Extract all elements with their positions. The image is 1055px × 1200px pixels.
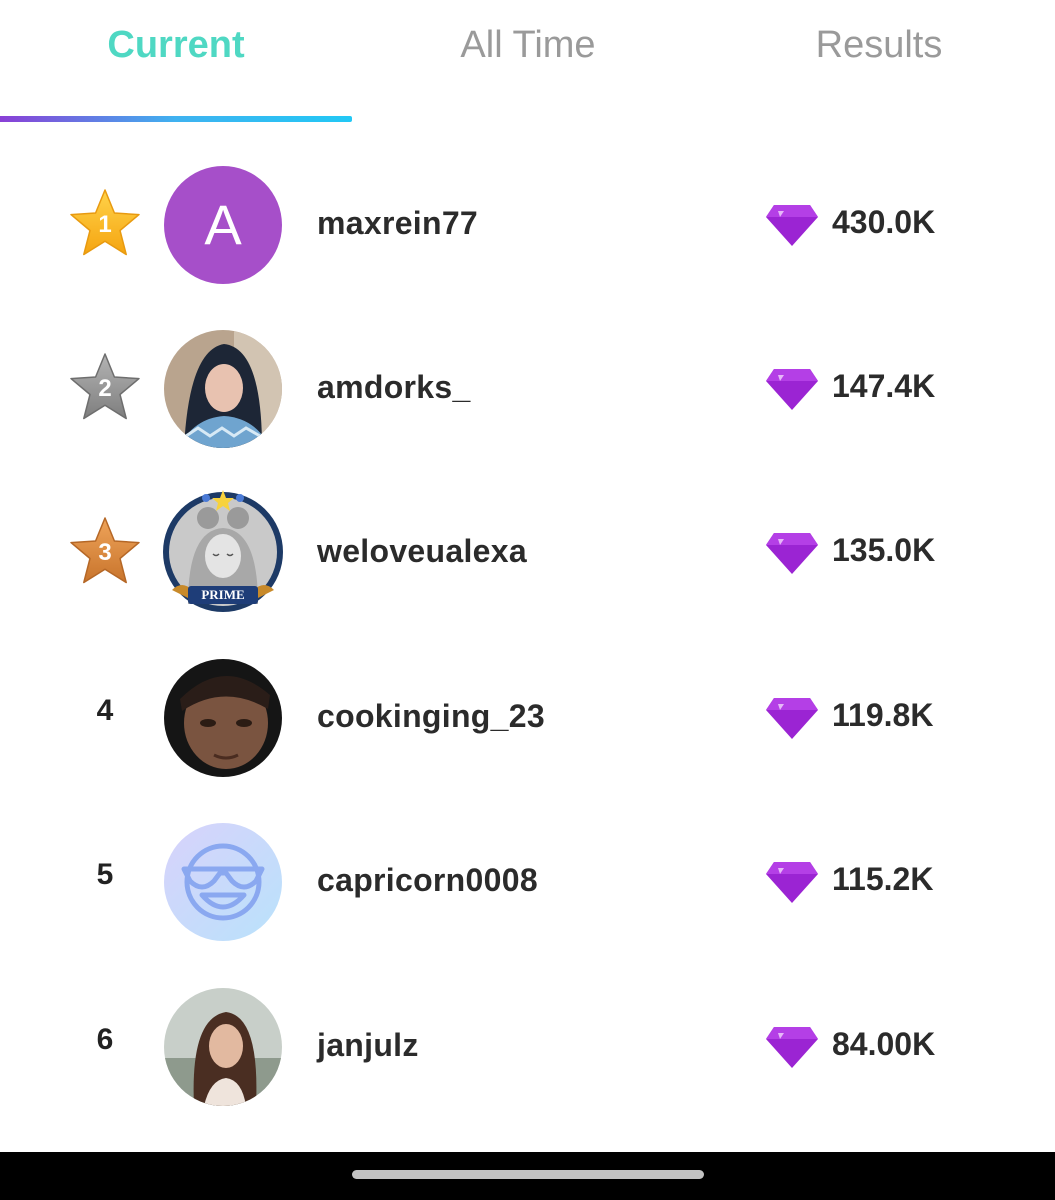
username[interactable]: janjulz [317,1027,419,1064]
score: 147.4K [832,368,936,404]
gold-star-rank-icon: 1 [66,186,144,264]
leaderboard-row[interactable]: 1 A maxrein77 430.0K [0,143,1055,307]
leaderboard-sheet: Current All Time Results 1 A maxrein77 4… [0,0,1055,1152]
avatar[interactable] [164,659,282,777]
gem-icon [764,858,820,906]
default-emoji-avatar[interactable] [164,823,282,941]
prime-framed-avatar[interactable]: PRIME [158,484,288,616]
score: 135.0K [832,532,936,568]
username[interactable]: capricorn0008 [317,862,538,899]
tab-current[interactable]: Current [0,24,352,67]
avatar[interactable] [164,988,282,1106]
active-tab-indicator [0,116,352,122]
gem-icon [764,201,820,249]
svg-text:1: 1 [98,211,111,238]
leaderboard-row[interactable]: 4 cookinging_23 119.8K [0,636,1055,800]
prime-badge: PRIME [201,587,245,602]
gem-icon [764,1023,820,1071]
gem-icon [764,694,820,742]
svg-text:3: 3 [98,539,111,566]
leaderboard-row[interactable]: 5 capricorn0008 115.2K [0,800,1055,964]
silver-star-rank-icon: 2 [66,350,144,428]
score: 84.00K [832,1026,936,1062]
rank-number: 5 [96,858,114,891]
tab-bar: Current All Time Results [0,0,1055,122]
rank-number: 6 [96,1023,114,1056]
tab-results[interactable]: Results [703,24,1055,67]
gem-icon [764,365,820,413]
avatar[interactable]: A [164,166,282,284]
home-indicator[interactable] [352,1170,704,1179]
score: 115.2K [832,861,934,897]
username[interactable]: amdorks_ [317,369,471,406]
bronze-star-rank-icon: 3 [66,514,144,592]
rank-number: 4 [96,694,114,727]
username[interactable]: maxrein77 [317,205,478,242]
avatar[interactable] [164,330,282,448]
leaderboard-row[interactable]: 2 amdorks_ 147.4K [0,307,1055,471]
username[interactable]: cookinging_23 [317,698,545,735]
score: 119.8K [832,697,934,733]
svg-text:2: 2 [98,375,111,402]
gem-icon [764,529,820,577]
leaderboard-row[interactable]: 6 janjulz 84.00K [0,965,1055,1129]
score: 430.0K [832,204,936,240]
username[interactable]: weloveualexa [317,533,527,570]
tab-all-time[interactable]: All Time [352,24,704,67]
leaderboard-row[interactable]: 3 PRIME weloveualexa 135.0K [0,471,1055,635]
